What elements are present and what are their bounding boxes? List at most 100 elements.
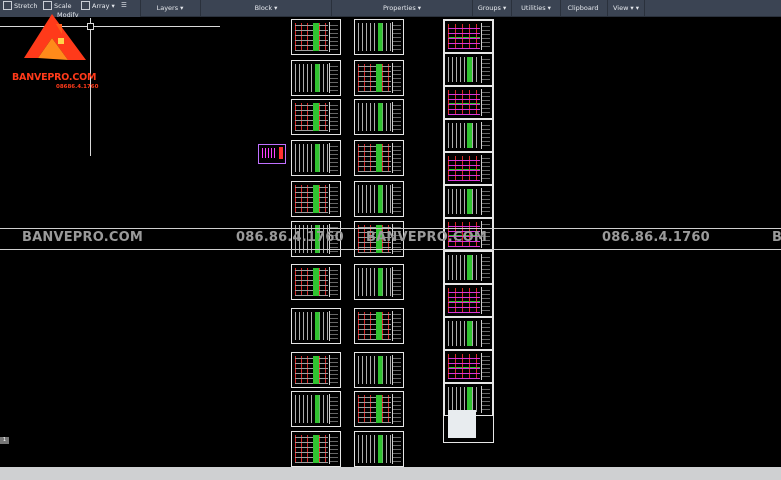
title-block <box>392 102 401 132</box>
title-block <box>481 320 490 347</box>
panel-layers-label: Layers <box>156 4 179 12</box>
panel-properties[interactable]: Properties ▾ <box>332 0 473 16</box>
title-block <box>392 22 401 52</box>
drawing-sheet[interactable] <box>354 19 404 55</box>
panel-properties-label: Properties <box>382 4 416 12</box>
array-label: Array <box>92 1 110 10</box>
drawing-sheet[interactable] <box>444 53 493 86</box>
title-block <box>481 122 490 149</box>
watermark-text: B <box>772 230 781 245</box>
viewport-indicator: 1 <box>0 437 9 444</box>
drawing-sheet[interactable] <box>354 140 404 176</box>
drawing-sheet[interactable] <box>444 185 493 218</box>
sheet-drawing <box>358 268 391 296</box>
drawing-sheet[interactable] <box>291 391 341 427</box>
drawing-sheet[interactable] <box>354 99 404 135</box>
drawing-sheet[interactable] <box>354 60 404 96</box>
title-block <box>329 184 338 214</box>
drawing-sheet[interactable] <box>444 350 493 383</box>
title-block <box>481 188 490 215</box>
title-block <box>392 311 401 341</box>
title-block <box>481 56 490 83</box>
drawing-sheet[interactable] <box>291 181 341 217</box>
title-block <box>392 184 401 214</box>
title-block <box>329 22 338 52</box>
scale-button[interactable]: Scale <box>43 1 72 10</box>
drawing-sheet[interactable] <box>354 181 404 217</box>
drawing-sheet[interactable] <box>291 60 341 96</box>
sheet-drawing <box>295 435 328 463</box>
title-block <box>481 254 490 281</box>
drawing-sheet[interactable] <box>354 352 404 388</box>
panel-view[interactable]: View ▾ ▾ <box>608 0 645 16</box>
sheet-drawing <box>295 64 328 92</box>
sheet-drawing <box>448 156 480 181</box>
sheet-drawing <box>448 387 480 412</box>
house-logo-icon <box>24 14 86 60</box>
drawing-sheet[interactable] <box>444 86 493 119</box>
sheet-drawing <box>448 288 480 313</box>
title-block <box>329 311 338 341</box>
sheet-drawing <box>448 123 480 148</box>
sheet-drawing <box>358 64 391 92</box>
panel-groups[interactable]: Groups ▾ <box>473 0 512 16</box>
sheet-drawing <box>358 395 391 423</box>
sheet-drawing <box>448 189 480 214</box>
watermark-text: BANVEPRO.COM <box>366 230 487 245</box>
stretch-label: Stretch <box>14 1 38 10</box>
stretch-button[interactable]: Stretch <box>3 1 37 10</box>
drawing-sheet[interactable] <box>291 99 341 135</box>
sheet-drawing <box>295 103 328 131</box>
title-block <box>481 353 490 380</box>
drawing-sheet[interactable] <box>354 391 404 427</box>
drawing-thumbnail[interactable] <box>258 144 286 164</box>
sheet-drawing <box>448 24 480 49</box>
sheet-drawing <box>358 23 391 51</box>
drawing-sheet[interactable] <box>291 431 341 467</box>
drawing-sheet[interactable] <box>291 352 341 388</box>
panel-view-label: View <box>612 4 629 12</box>
status-bar <box>0 467 781 480</box>
sheet-drawing <box>358 185 391 213</box>
drawing-sheet[interactable] <box>354 308 404 344</box>
drawing-sheet[interactable] <box>444 20 493 53</box>
array-button[interactable]: Array ▾ <box>81 1 115 10</box>
sheet-drawing <box>358 435 391 463</box>
watermark-line-bottom <box>0 249 781 250</box>
drawing-sheet[interactable] <box>291 308 341 344</box>
panel-block-label: Block <box>254 4 273 12</box>
drawing-sheet[interactable] <box>444 119 493 152</box>
title-block <box>329 143 338 173</box>
title-block <box>329 102 338 132</box>
watermark-text: BANVEPRO.COM <box>22 230 143 245</box>
panel-layers[interactable]: Layers ▾ <box>140 0 201 16</box>
panel-utilities[interactable]: Utilities ▾ <box>512 0 561 16</box>
panel-block[interactable]: Block ▾ <box>201 0 332 16</box>
watermark-line-top <box>0 228 781 229</box>
title-block <box>329 355 338 385</box>
panel-groups-label: Groups <box>477 4 501 12</box>
title-block <box>329 434 338 464</box>
panel-clipboard[interactable]: Clipboard <box>561 0 608 16</box>
panel-utilities-label: Utilities <box>521 4 546 12</box>
watermark-phone: 086.86.4.1760 <box>602 230 710 245</box>
title-block <box>392 267 401 297</box>
drawing-sheet[interactable] <box>444 284 493 317</box>
scale-icon <box>43 1 52 10</box>
title-block <box>392 143 401 173</box>
array-icon <box>81 1 90 10</box>
sheet-drawing <box>448 354 480 379</box>
title-block <box>329 394 338 424</box>
drawing-sheet[interactable] <box>291 140 341 176</box>
drawing-sheet[interactable] <box>444 317 493 350</box>
menu-button[interactable]: ☰ <box>121 1 127 9</box>
drawing-sheet[interactable] <box>291 264 341 300</box>
title-block <box>481 287 490 314</box>
drawing-sheet[interactable] <box>354 264 404 300</box>
drawing-sheet[interactable] <box>444 251 493 284</box>
drawing-sheet[interactable] <box>291 19 341 55</box>
drawing-sheet[interactable] <box>354 431 404 467</box>
title-block <box>392 63 401 93</box>
drawing-sheet[interactable] <box>444 152 493 185</box>
title-block <box>329 63 338 93</box>
